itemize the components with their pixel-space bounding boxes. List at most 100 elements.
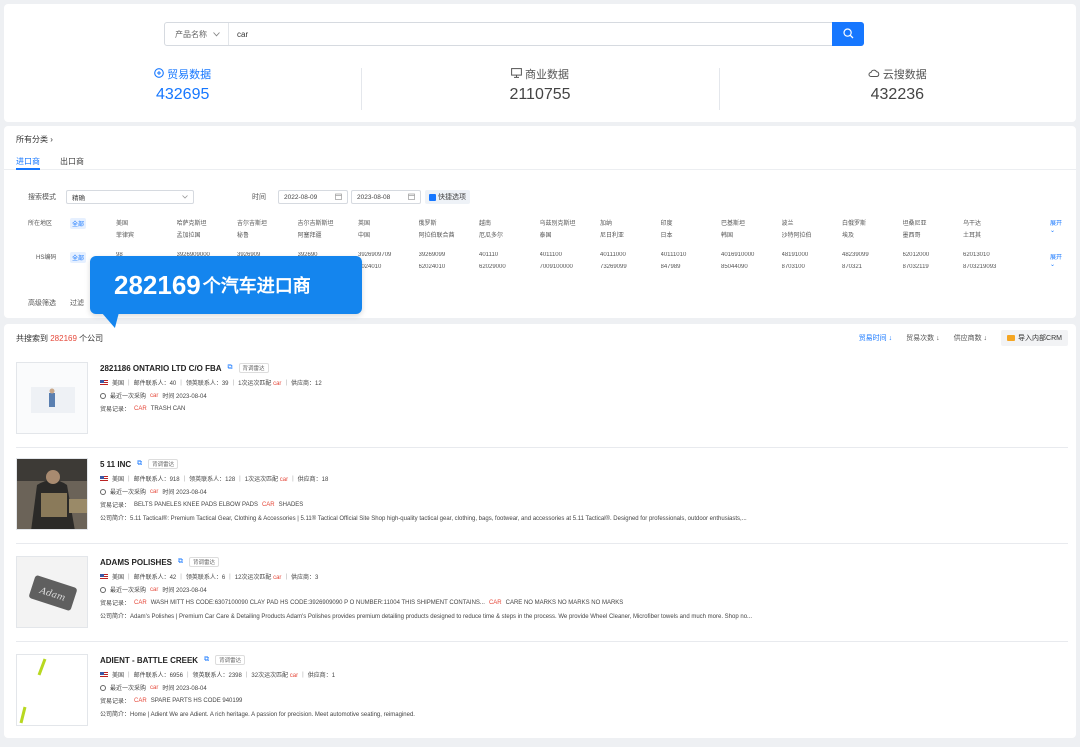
region-option[interactable]: 厄瓜多尔 xyxy=(479,230,539,239)
region-option[interactable]: 韩国 xyxy=(721,230,781,239)
stat-business-data[interactable]: 商业数据 2110755 xyxy=(361,66,718,110)
region-option[interactable]: 土耳其 xyxy=(963,230,1023,239)
region-option[interactable]: 吉尔吉斯斯坦 xyxy=(298,218,358,227)
region-option[interactable]: 泰国 xyxy=(540,230,600,239)
hs-code-option[interactable]: 7009100000 xyxy=(540,264,600,270)
region-option[interactable]: 波兰 xyxy=(782,218,842,227)
tab-exporter[interactable]: 出口商 xyxy=(60,156,84,167)
region-option[interactable]: 美国 xyxy=(116,218,176,227)
region-option[interactable]: 吉尔吉斯坦 xyxy=(237,218,297,227)
region-option[interactable]: 中国 xyxy=(358,230,418,239)
company-name[interactable]: ADAMS POLISHES ⧉ 背调雷达 xyxy=(100,556,1060,568)
trade-record: 贸易记录： CAR TRASH CAN xyxy=(100,405,186,414)
hs-code-option[interactable]: 8703100 xyxy=(782,264,842,270)
region-option[interactable]: 菲律宾 xyxy=(116,230,176,239)
hs-expand-button[interactable]: 展开 ⌄ xyxy=(1050,252,1068,268)
hs-code-option[interactable]: 4011100 xyxy=(540,252,600,258)
hs-code-option[interactable]: 3926909709 xyxy=(358,252,418,258)
company-name[interactable]: 2821186 ONTARIO LTD C/O FBA ⧉ 背调雷达 xyxy=(100,362,1060,374)
region-option[interactable]: 巴基斯坦 xyxy=(721,218,781,227)
hs-all-chip[interactable]: 全部 xyxy=(70,252,87,263)
date-from-input[interactable]: 2022-08-09 xyxy=(278,190,348,204)
region-option[interactable]: 越南 xyxy=(479,218,539,227)
country: 美国 xyxy=(112,673,125,679)
region-option[interactable]: 尼日利亚 xyxy=(600,230,660,239)
search-input[interactable] xyxy=(229,23,832,45)
region-option[interactable]: 阿拉伯联合酋 xyxy=(419,230,479,239)
stat-label: 贸易数据 xyxy=(167,69,212,81)
background-check-tag[interactable]: 背调雷达 xyxy=(189,557,220,567)
list-item[interactable]: ADIENT - BATTLE CREEK ⧉ 背调雷达 美国 | 邮件联系人：6… xyxy=(16,654,1068,732)
hs-code-option[interactable]: 39269099 xyxy=(419,252,479,258)
region-option[interactable]: 俄罗斯 xyxy=(419,218,479,227)
hs-code-option[interactable]: 40111000 xyxy=(600,252,660,258)
company-name[interactable]: ADIENT - BATTLE CREEK ⧉ 背调雷达 xyxy=(100,654,1060,666)
region-option[interactable]: 孟加拉国 xyxy=(177,230,237,239)
hs-code-option[interactable]: 40111010 xyxy=(661,252,721,258)
linkedin-contacts: 领英联系人：39 xyxy=(185,381,229,387)
region-option[interactable]: 印度 xyxy=(661,218,721,227)
list-item[interactable]: 5 11 INC ⧉ 背调雷达 美国 | 邮件联系人：918 | 领英联系人：128… xyxy=(16,458,1068,544)
region-option[interactable]: 秘鲁 xyxy=(237,230,297,239)
hs-code-option[interactable]: 4016910000 xyxy=(721,252,781,258)
sort-controls: 贸易时间 ↓ 贸易次数 ↓ 供应商数 ↓ 导入内部CRM xyxy=(859,330,1068,346)
hs-code-option[interactable]: 73269099 xyxy=(600,264,660,270)
hs-code-option[interactable]: 847989 xyxy=(661,264,721,270)
region-option[interactable]: 阿塞拜疆 xyxy=(298,230,358,239)
company-name[interactable]: 5 11 INC ⧉ 背调雷达 xyxy=(100,458,1060,470)
list-item[interactable]: Adam ADAMS POLISHES ⧉ 背调雷达 美国 | 邮件联系人：42 |… xyxy=(16,556,1068,642)
region-option[interactable]: 日本 xyxy=(661,230,721,239)
region-option[interactable]: 埃及 xyxy=(842,230,902,239)
sort-supplier-count[interactable]: 供应商数 ↓ xyxy=(954,333,987,343)
advanced-filter-option[interactable]: 过滤 xyxy=(70,300,84,307)
hs-code-option[interactable]: 870321 xyxy=(842,264,902,270)
search-panel: 产品名称 贸易数据 432695 商业数据 2110755 xyxy=(4,4,1076,122)
region-option[interactable]: 白俄罗斯 xyxy=(842,218,902,227)
region-option[interactable]: 坦桑尼亚 xyxy=(903,218,963,227)
tab-importer[interactable]: 进口商 xyxy=(16,156,40,170)
background-check-tag[interactable]: 背调雷达 xyxy=(215,655,246,665)
quick-option-toggle[interactable]: 快捷选项 xyxy=(425,190,470,204)
region-option[interactable]: 墨西哥 xyxy=(903,230,963,239)
background-check-tag[interactable]: 背调雷达 xyxy=(238,363,269,373)
region-option[interactable]: 乌干达 xyxy=(963,218,1023,227)
callout-number: 282169 xyxy=(114,269,201,300)
region-expand-button[interactable]: 展开 ⌄ xyxy=(1050,218,1068,234)
hs-code-option[interactable]: 401110 xyxy=(479,252,539,258)
hs-code-option[interactable]: 48239099 xyxy=(842,252,902,258)
hs-code-option[interactable]: 85044090 xyxy=(721,264,781,270)
import-crm-button[interactable]: 导入内部CRM xyxy=(1001,330,1068,346)
background-check-tag[interactable]: 背调雷达 xyxy=(148,459,179,469)
hs-code-option[interactable]: 48191000 xyxy=(782,252,842,258)
region-option[interactable]: 乌兹别克斯坦 xyxy=(540,218,600,227)
sort-trade-count[interactable]: 贸易次数 ↓ xyxy=(906,333,939,343)
region-option[interactable]: 哈萨克斯坦 xyxy=(177,218,237,227)
region-all-chip[interactable]: 全部 xyxy=(70,218,87,229)
cloud-search-icon xyxy=(868,68,880,81)
hs-code-option[interactable]: 62024010 xyxy=(419,264,479,270)
sort-trade-time[interactable]: 贸易时间 ↓ xyxy=(859,333,892,343)
hs-code-option[interactable]: 62013010 xyxy=(963,252,1023,258)
search-button[interactable] xyxy=(832,22,864,46)
hs-code-option[interactable]: 62029000 xyxy=(479,264,539,270)
stat-cloud-search[interactable]: 云搜数据 432236 xyxy=(718,66,1076,110)
copy-icon[interactable]: ⧉ xyxy=(137,460,142,468)
region-option[interactable]: 加纳 xyxy=(600,218,660,227)
hs-code-option[interactable]: 6024010 xyxy=(358,264,418,270)
hs-code-option[interactable]: 8703219093 xyxy=(963,264,1023,270)
date-from-value: 2022-08-09 xyxy=(284,193,318,201)
date-to-input[interactable]: 2023-08-08 xyxy=(351,190,421,204)
mail-contacts: 邮件联系人：6956 xyxy=(133,673,183,679)
list-item[interactable]: 2821186 ONTARIO LTD C/O FBA ⧉ 背调雷达 美国 | 邮… xyxy=(16,362,1068,448)
copy-icon[interactable]: ⧉ xyxy=(178,558,183,566)
all-categories-link[interactable]: 所有分类 › xyxy=(16,134,53,145)
hs-code-option[interactable]: 87032119 xyxy=(903,264,963,270)
search-field-select[interactable]: 产品名称 xyxy=(165,23,229,45)
region-option[interactable]: 英国 xyxy=(358,218,418,227)
copy-icon[interactable]: ⧉ xyxy=(204,656,209,664)
hs-code-option[interactable]: 62012000 xyxy=(903,252,963,258)
copy-icon[interactable]: ⧉ xyxy=(228,364,233,372)
stat-trade-data[interactable]: 贸易数据 432695 xyxy=(4,66,361,104)
search-mode-select[interactable]: 精确 xyxy=(66,190,194,204)
region-option[interactable]: 沙特阿拉伯 xyxy=(782,230,842,239)
